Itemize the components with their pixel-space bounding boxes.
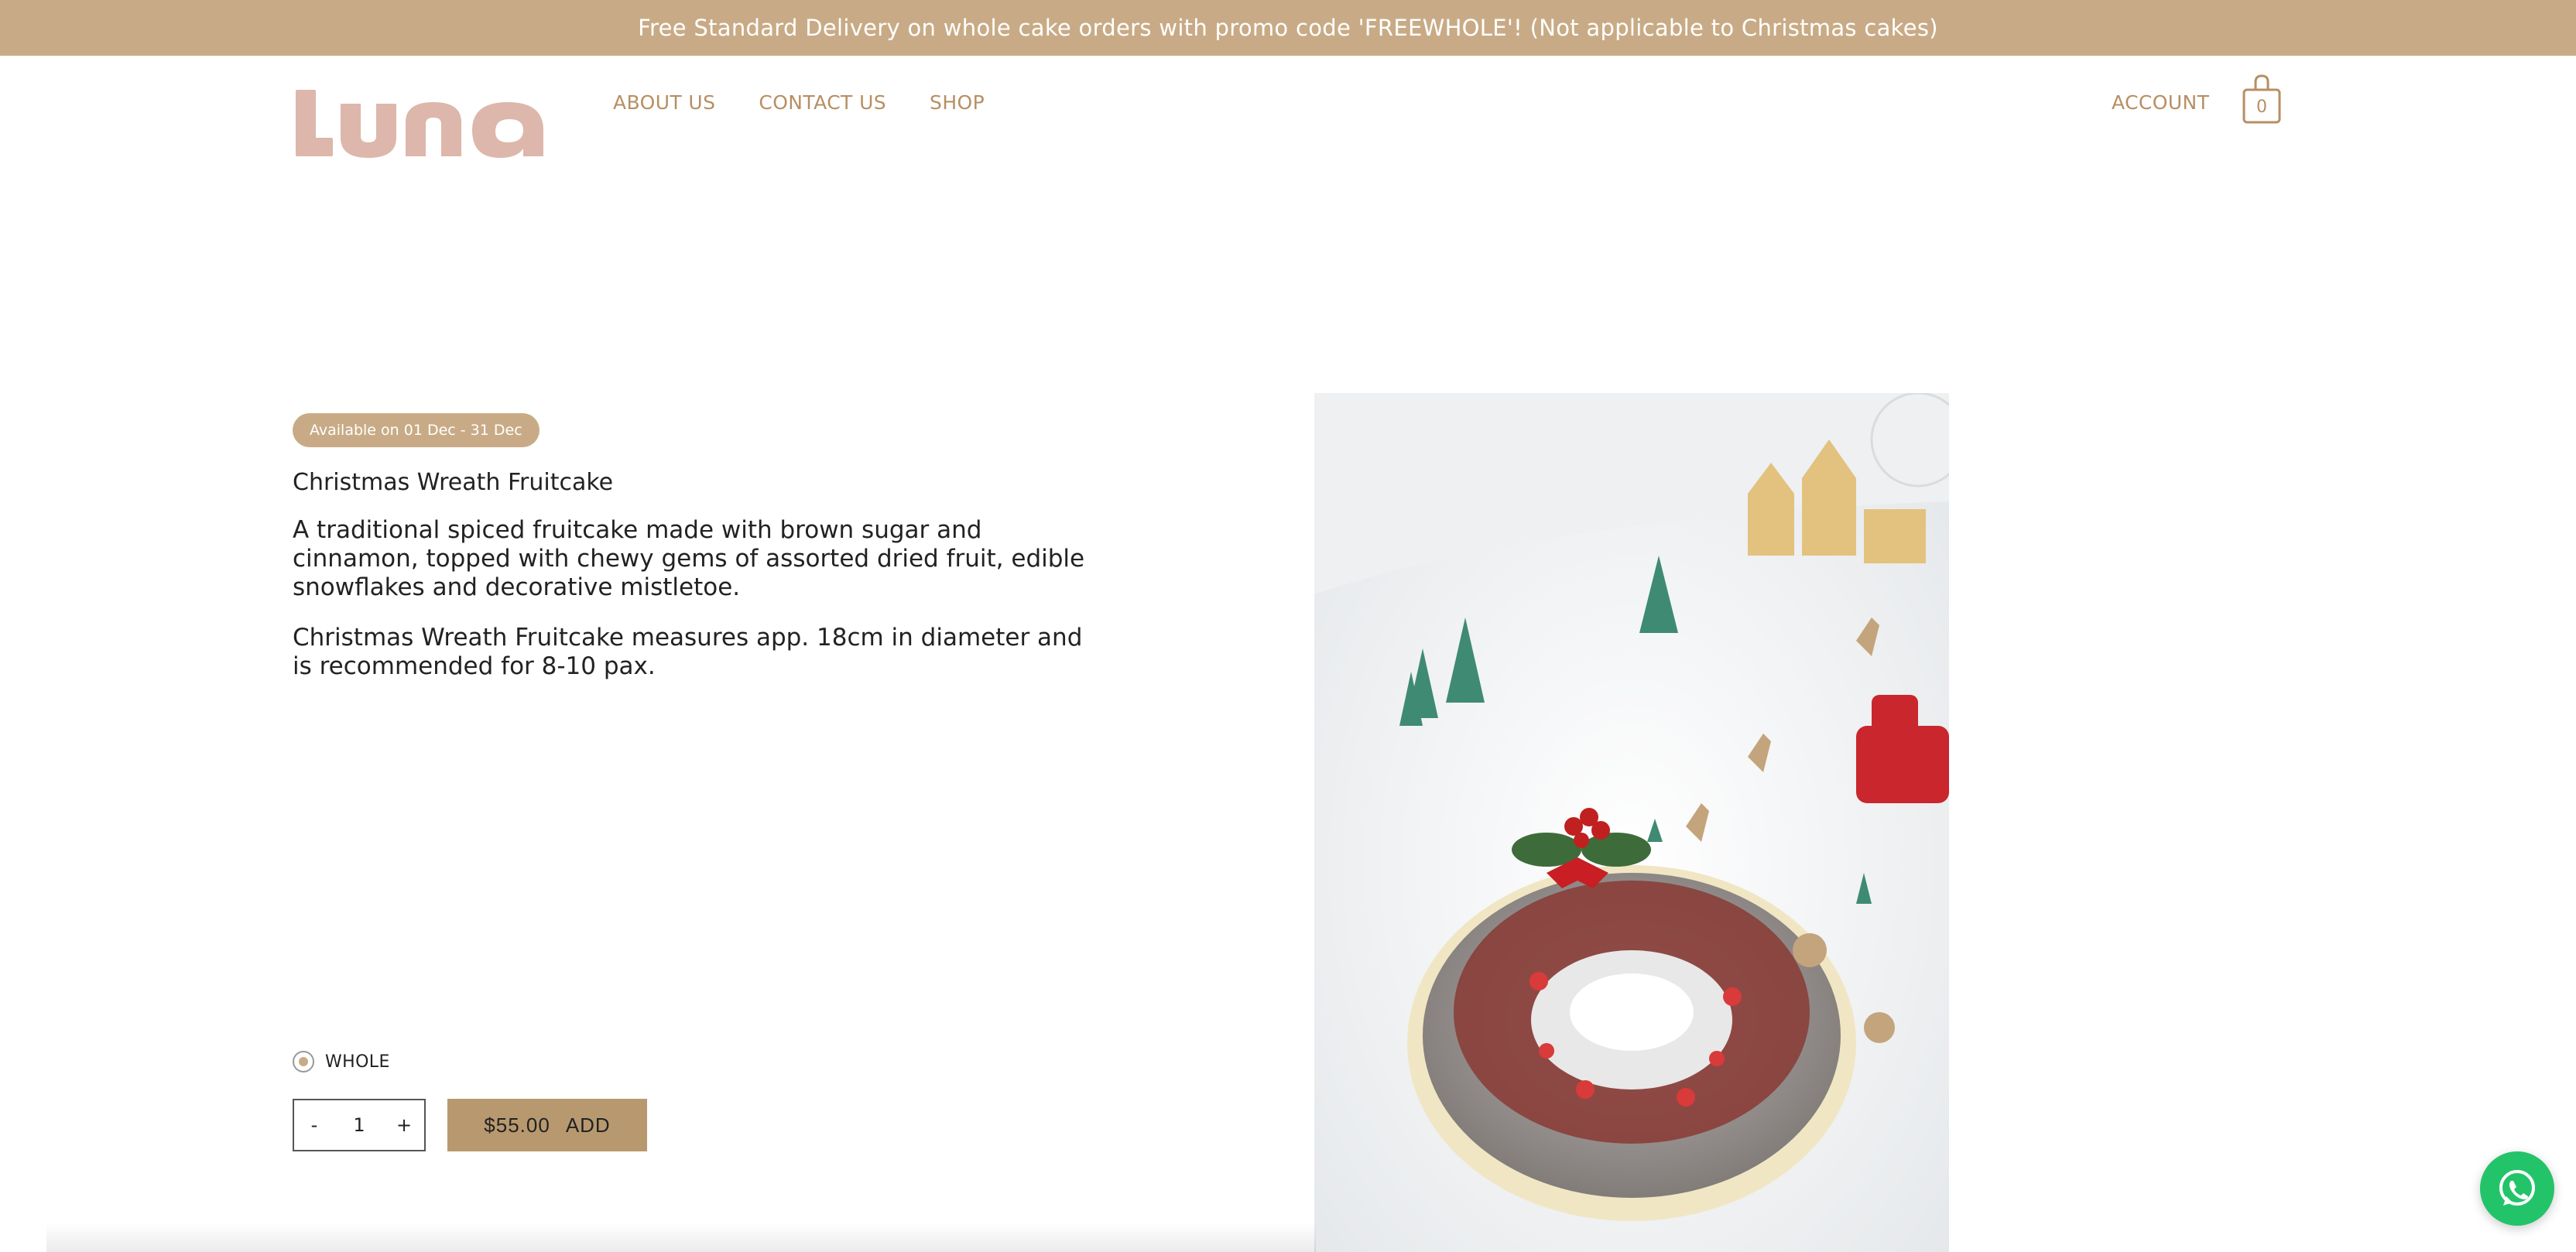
availability-badge: Available on 01 Dec - 31 Dec <box>293 413 540 447</box>
product-description: A traditional spiced fruitcake made with… <box>293 516 1085 601</box>
site-header: ABOUT US CONTACT US SHOP ACCOUNT 0 <box>0 56 2576 203</box>
product-image <box>1314 393 1949 1252</box>
cart-count: 0 <box>2256 97 2267 117</box>
account-link[interactable]: ACCOUNT <box>2112 91 2209 114</box>
cart-button[interactable]: 0 <box>2242 74 2282 124</box>
variant-label: WHOLE <box>325 1052 390 1072</box>
product-title: Christmas Wreath Fruitcake <box>293 469 614 496</box>
luna-logo[interactable] <box>293 87 553 161</box>
whatsapp-icon <box>2499 1170 2535 1206</box>
promo-text: Free Standard Delivery on whole cake ord… <box>638 15 1938 41</box>
variant-option-whole[interactable]: WHOLE <box>293 1051 390 1072</box>
price-label: $55.00 <box>484 1113 550 1137</box>
bottom-shadow <box>46 1223 1316 1252</box>
quantity-value[interactable]: 1 <box>350 1114 368 1136</box>
nav-about-us[interactable]: ABOUT US <box>613 91 715 114</box>
increment-button[interactable]: + <box>395 1114 413 1136</box>
promo-banner: Free Standard Delivery on whole cake ord… <box>0 0 2576 56</box>
whatsapp-button[interactable] <box>2480 1151 2554 1226</box>
product-size-note: Christmas Wreath Fruitcake measures app.… <box>293 624 1083 680</box>
add-to-cart-button[interactable]: $55.00 ADD <box>447 1099 647 1151</box>
main-nav: ABOUT US CONTACT US SHOP <box>613 91 985 114</box>
quantity-stepper: - 1 + <box>293 1099 426 1151</box>
add-label: ADD <box>565 1113 611 1137</box>
product-info: Available on 01 Dec - 31 Dec Christmas W… <box>293 413 1129 681</box>
radio-icon[interactable] <box>293 1051 314 1072</box>
nav-contact-us[interactable]: CONTACT US <box>759 91 886 114</box>
decrement-button[interactable]: - <box>305 1114 324 1136</box>
nav-shop[interactable]: SHOP <box>930 91 985 114</box>
